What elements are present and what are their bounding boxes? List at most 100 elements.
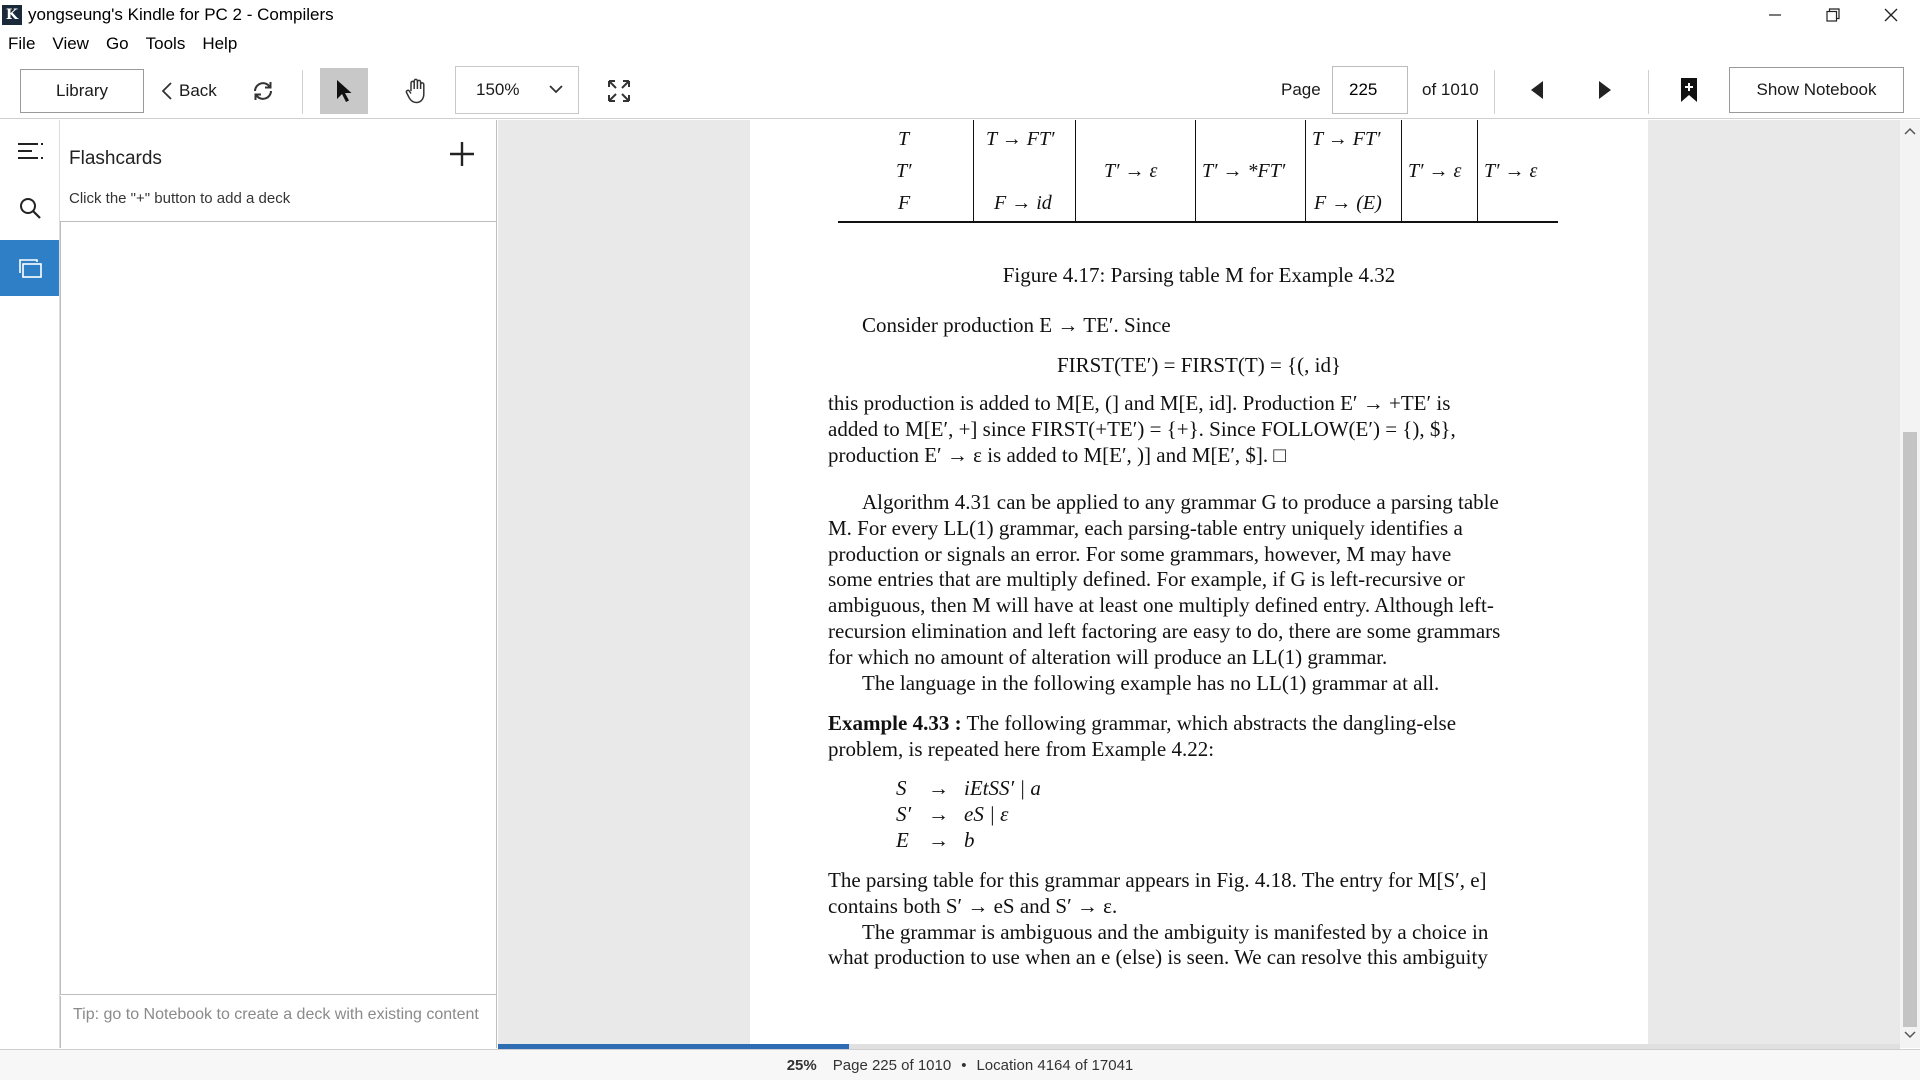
plus-icon	[450, 142, 474, 166]
grammar-rhs: b	[964, 828, 975, 852]
window-controls	[1746, 0, 1920, 30]
location-status: Location 4164 of 17041	[976, 1056, 1134, 1074]
previous-page-button[interactable]	[1522, 72, 1552, 108]
display-equation: FIRST(TE′) = FIRST(T) = {(, id}	[1056, 353, 1342, 377]
bookmark-add-icon	[1681, 78, 1697, 102]
grammar-arrow: →	[928, 828, 949, 852]
flashcards-button[interactable]	[0, 240, 59, 296]
table-of-contents-button[interactable]	[0, 124, 59, 180]
text-line: The parsing table for this grammar appea…	[828, 868, 1487, 892]
flashcards-icon	[18, 259, 42, 278]
grammar-lhs: E	[896, 828, 909, 852]
minimize-button[interactable]	[1746, 0, 1804, 30]
menu-tools[interactable]: Tools	[146, 34, 186, 54]
text-line: some entries that are multiply defined. …	[828, 567, 1465, 592]
back-button[interactable]: Back	[160, 69, 217, 113]
restore-icon	[1826, 8, 1840, 22]
table-column: T T′ F	[838, 120, 974, 221]
text-line: production E′ → ε is added to M[E′, )] a…	[828, 442, 1287, 467]
table-cell: T′ → ε	[1104, 160, 1158, 182]
example-paragraph: Example 4.33 : The following grammar, wh…	[828, 711, 1456, 763]
grammar-arrow: →	[928, 776, 949, 800]
menu-help[interactable]: Help	[202, 34, 237, 54]
chevron-left-icon	[161, 82, 172, 100]
table-cell: T′ → *FT′	[1202, 160, 1286, 182]
page-label: Page	[1281, 80, 1321, 99]
selection-tool-button[interactable]	[320, 68, 368, 114]
status-bar: 25% Page 225 of 1010 • Location 4164 of …	[0, 1049, 1920, 1080]
text-line: what production to use when an e (else) …	[828, 945, 1488, 970]
text-line: ambiguous, then M will have at least one…	[828, 593, 1494, 618]
text-line: The language in the following example ha…	[862, 670, 1440, 695]
text-line: this production is added to M[E, (] and …	[828, 391, 1451, 415]
paragraph: Algorithm 4.31 can be applied to any gra…	[828, 490, 1500, 696]
flashcards-panel: Flashcards Click the "+" button to add a…	[60, 120, 497, 1048]
menu-go[interactable]: Go	[106, 34, 129, 54]
text-line: for which no amount of alteration will p…	[828, 644, 1388, 669]
grammar-rhs: iEtSS′ | a	[964, 776, 1041, 800]
table-cell: F	[898, 192, 911, 214]
page-number-input[interactable]	[1332, 66, 1408, 114]
menu-view[interactable]: View	[52, 34, 89, 54]
example-label: Example 4.33 :	[828, 711, 962, 735]
triangle-left-icon	[1531, 81, 1543, 99]
table-column: T′ → *FT′	[1196, 120, 1306, 221]
hand-icon	[405, 78, 425, 104]
show-notebook-button[interactable]: Show Notebook	[1729, 67, 1904, 113]
toolbar: Library Back 150% Page of 1010	[0, 58, 1920, 119]
sync-icon	[254, 82, 272, 100]
menu-file[interactable]: File	[8, 34, 35, 54]
menu-bar: File View Go Tools Help	[0, 30, 1920, 58]
window-title: yongseung's Kindle for PC 2 - Compilers	[28, 5, 334, 24]
text-line: M. For every LL(1) grammar, each parsing…	[828, 515, 1463, 540]
panel-title: Flashcards	[69, 148, 162, 169]
text-line: The following grammar, which abstracts t…	[966, 711, 1457, 735]
text-line: recursion elimination and left factoring…	[828, 618, 1501, 643]
text-line: Algorithm 4.31 can be applied to any gra…	[862, 490, 1499, 514]
zoom-value: 150%	[476, 80, 520, 99]
minimize-icon	[1769, 14, 1781, 16]
zoom-select[interactable]: 150%	[455, 66, 579, 114]
figure-caption: Figure 4.17: Parsing table M for Example…	[1002, 263, 1396, 287]
table-column: T′ → ε	[1076, 120, 1196, 221]
table-cell: T → FT′	[986, 128, 1055, 150]
library-button[interactable]: Library	[20, 69, 144, 113]
close-button[interactable]	[1862, 0, 1920, 30]
grammar-arrow: →	[928, 802, 949, 826]
table-column: T → FT′ F → (E)	[1306, 120, 1402, 221]
table-cell: F → (E)	[1314, 192, 1382, 214]
table-cell: T′ → ε	[1408, 160, 1462, 182]
parsing-table: T T′ F T → FT′ F → id T′ → ε T′ → *FT′ T…	[838, 120, 1558, 223]
full-screen-button[interactable]	[600, 72, 638, 110]
bookmark-button[interactable]	[1674, 72, 1704, 108]
vertical-scrollbar[interactable]	[1900, 120, 1920, 1048]
paragraph: The parsing table for this grammar appea…	[828, 868, 1488, 971]
close-icon	[1884, 8, 1898, 22]
grammar-rhs: eS | ε	[964, 802, 1009, 826]
search-button[interactable]	[0, 180, 59, 236]
cursor-arrow-icon	[337, 80, 352, 102]
separator: •	[961, 1056, 967, 1074]
toolbar-divider	[302, 70, 303, 114]
next-page-button[interactable]	[1590, 72, 1620, 108]
progress-percent: 25%	[786, 1056, 817, 1074]
scroll-down-icon[interactable]	[1903, 1028, 1917, 1042]
restore-button[interactable]	[1804, 0, 1862, 30]
table-column: T′ → ε	[1478, 120, 1558, 221]
table-cell: T′ → ε	[1484, 160, 1538, 182]
body-text: Consider production E → TE′. Since	[862, 313, 1171, 337]
pan-tool-button[interactable]	[393, 68, 441, 114]
toolbar-divider	[1648, 70, 1649, 114]
scroll-up-icon[interactable]	[1903, 124, 1917, 138]
add-deck-button[interactable]	[444, 136, 480, 172]
search-icon	[19, 198, 41, 219]
scrollbar-thumb[interactable]	[1903, 432, 1917, 1027]
grammar-lhs: S′	[896, 802, 912, 826]
sync-button[interactable]	[248, 74, 278, 108]
expand-icon	[608, 80, 630, 102]
title-bar: K yongseung's Kindle for PC 2 - Compiler…	[0, 0, 1920, 30]
text-line: contains both S′ → eS and S′ → ε.	[828, 893, 1118, 918]
chevron-down-icon	[549, 85, 563, 94]
reading-area[interactable]: T T′ F T → FT′ F → id T′ → ε T′ → *FT′ T…	[498, 120, 1900, 1044]
text-line: The grammar is ambiguous and the ambigui…	[862, 919, 1489, 944]
